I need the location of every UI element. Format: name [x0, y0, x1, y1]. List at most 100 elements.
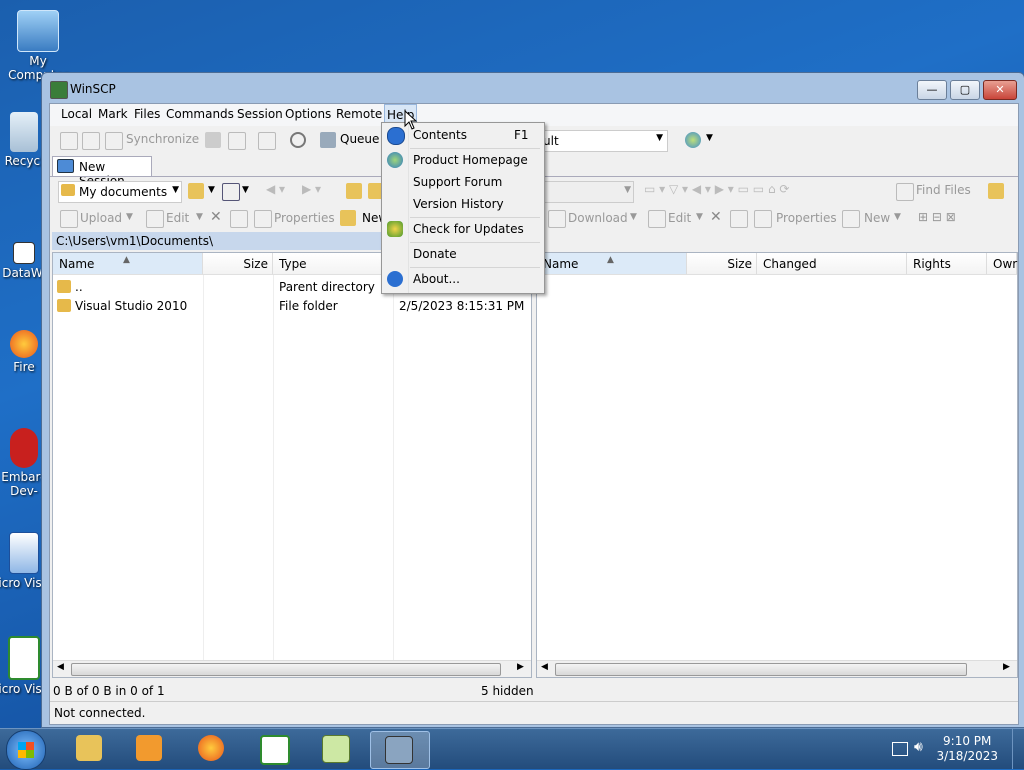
copy-icon[interactable] — [228, 132, 246, 150]
menu-item-product-homepage[interactable]: Product Homepage — [382, 149, 542, 171]
clock[interactable]: 9:10 PM 3/18/2023 — [936, 734, 998, 764]
terminal-icon[interactable] — [205, 132, 221, 148]
chevron-down-icon[interactable]: ▼ — [630, 212, 637, 222]
synchronize-button[interactable]: Synchronize — [126, 132, 199, 146]
chevron-down-icon[interactable]: ▼ — [706, 133, 713, 143]
tree-icon[interactable] — [988, 183, 1004, 199]
column-size[interactable]: Size — [687, 253, 757, 275]
local-horizontal-scrollbar[interactable]: ◀ ▶ — [53, 660, 531, 677]
taskbar-winscp[interactable] — [370, 731, 430, 769]
rename-icon[interactable] — [730, 210, 748, 228]
menu-item-donate[interactable]: Donate — [382, 243, 542, 265]
edit-button[interactable]: Edit — [166, 211, 189, 225]
menu-files[interactable]: Files — [134, 107, 160, 121]
forward-icon[interactable]: ▶ ▾ — [302, 182, 321, 196]
scrollbar-thumb[interactable] — [555, 663, 967, 676]
globe-icon[interactable] — [685, 132, 701, 148]
local-location-value: My documents — [79, 185, 168, 199]
csharp-icon — [8, 636, 40, 680]
remote-file-panel[interactable]: Name ▲ Size Changed Rights Owr ◀ ▶ — [536, 252, 1018, 678]
column-rights[interactable]: Rights — [907, 253, 987, 275]
taskbar-media-player[interactable] — [122, 731, 176, 767]
menu-options[interactable]: Options — [285, 107, 331, 121]
compare-icon[interactable] — [60, 132, 78, 150]
menu-remote[interactable]: Remote — [336, 107, 382, 121]
find-files-button[interactable]: Find Files — [916, 183, 971, 197]
maximize-button[interactable]: ▢ — [950, 80, 980, 100]
menu-commands[interactable]: Commands — [166, 107, 234, 121]
scroll-left-icon[interactable]: ◀ — [57, 662, 64, 672]
new-button[interactable]: New — [864, 211, 890, 225]
select-icons[interactable]: ⊞ ⊟ ⊠ — [918, 210, 956, 224]
local-location-combo[interactable]: My documents ▼ — [58, 181, 182, 203]
scrollbar-thumb[interactable] — [71, 663, 501, 676]
table-row[interactable]: Visual Studio 2010 File folder 2/5/2023 … — [53, 298, 531, 316]
edit-button[interactable]: Edit — [668, 211, 691, 225]
chevron-down-icon[interactable]: ▼ — [196, 212, 203, 222]
network-icon[interactable] — [892, 742, 908, 756]
firefox-icon — [10, 330, 38, 358]
show-desktop-button[interactable] — [1012, 729, 1024, 769]
chevron-down-icon[interactable]: ▼ — [242, 185, 249, 195]
menu-item-version-history[interactable]: Version History — [382, 193, 542, 215]
scroll-right-icon[interactable]: ▶ — [1003, 662, 1010, 672]
column-size[interactable]: Size — [203, 253, 273, 275]
queue-icon[interactable] — [320, 132, 336, 148]
close-button[interactable]: ✕ — [983, 80, 1017, 100]
notepad-icon — [322, 735, 350, 763]
chevron-down-icon[interactable]: ▼ — [126, 212, 133, 222]
menu-item-label: Product Homepage — [413, 153, 528, 167]
delete-icon[interactable]: ✕ — [710, 209, 722, 225]
menu-local[interactable]: Local — [61, 107, 92, 121]
transfer-settings-icon[interactable] — [258, 132, 276, 150]
gear-icon[interactable] — [290, 132, 306, 148]
menu-mark[interactable]: Mark — [98, 107, 128, 121]
queue-button[interactable]: Queue — [340, 132, 379, 146]
minimize-button[interactable]: — — [917, 80, 947, 100]
column-name[interactable]: Name ▲ — [53, 253, 203, 275]
menu-item-check-for-updates[interactable]: Check for Updates — [382, 218, 542, 240]
remote-horizontal-scrollbar[interactable]: ◀ ▶ — [537, 660, 1017, 677]
local-hidden-count[interactable]: 5 hidden — [481, 684, 534, 698]
upload-button[interactable]: Upload — [80, 211, 122, 225]
properties-button[interactable]: Properties — [776, 211, 837, 225]
local-file-panel[interactable]: Name ▲ Size Type .. Parent directory Vis… — [52, 252, 532, 678]
session-tab-new[interactable]: New Session — [52, 156, 152, 188]
globe-icon — [387, 152, 403, 168]
scroll-left-icon[interactable]: ◀ — [541, 662, 548, 672]
volume-icon[interactable]: 🔊︎ — [914, 739, 923, 755]
synchronize-icon[interactable] — [105, 132, 123, 150]
chevron-down-icon[interactable]: ▼ — [894, 212, 901, 222]
column-name[interactable]: Name ▲ — [537, 253, 687, 275]
title-bar[interactable]: WinSCP — ▢ ✕ — [42, 73, 1024, 105]
taskbar-firefox[interactable] — [184, 731, 238, 767]
recycle-bin-icon — [10, 112, 38, 152]
filter-icon[interactable] — [222, 183, 240, 201]
column-owner[interactable]: Owr — [987, 253, 1017, 275]
start-button[interactable] — [6, 730, 46, 770]
rename-icon[interactable] — [230, 210, 248, 228]
menu-item-shortcut: F1 — [514, 128, 529, 142]
column-type[interactable]: Type — [273, 253, 393, 275]
taskbar-csharp[interactable] — [246, 731, 300, 767]
back-icon[interactable]: ◀ ▾ — [266, 182, 285, 196]
delete-icon[interactable]: ✕ — [210, 209, 222, 225]
remote-location-combo[interactable]: ▼ — [542, 181, 634, 203]
menu-item-support-forum[interactable]: Support Forum — [382, 171, 542, 193]
taskbar-notepad-plus[interactable] — [308, 731, 362, 767]
open-folder-icon[interactable] — [188, 183, 204, 199]
remote-nav-icons[interactable]: ▭ ▾ ▽ ▾ ◀ ▾ ▶ ▾ ▭ ▭ ⌂ ⟳ — [644, 182, 789, 196]
properties-button[interactable]: Properties — [274, 211, 335, 225]
taskbar: 🔊︎ 9:10 PM 3/18/2023 — [0, 728, 1024, 770]
scroll-right-icon[interactable]: ▶ — [517, 662, 524, 672]
taskbar-explorer[interactable] — [62, 731, 116, 767]
menu-item-about[interactable]: About... — [382, 268, 542, 290]
menu-session[interactable]: Session — [237, 107, 283, 121]
column-changed[interactable]: Changed — [757, 253, 907, 275]
download-button[interactable]: Download — [568, 211, 628, 225]
parent-directory-icon[interactable] — [346, 183, 362, 199]
chevron-down-icon[interactable]: ▼ — [208, 185, 215, 195]
keep-up-to-date-icon[interactable] — [82, 132, 100, 150]
session-combo[interactable]: ult ▼ — [538, 130, 668, 152]
chevron-down-icon[interactable]: ▼ — [696, 212, 703, 222]
